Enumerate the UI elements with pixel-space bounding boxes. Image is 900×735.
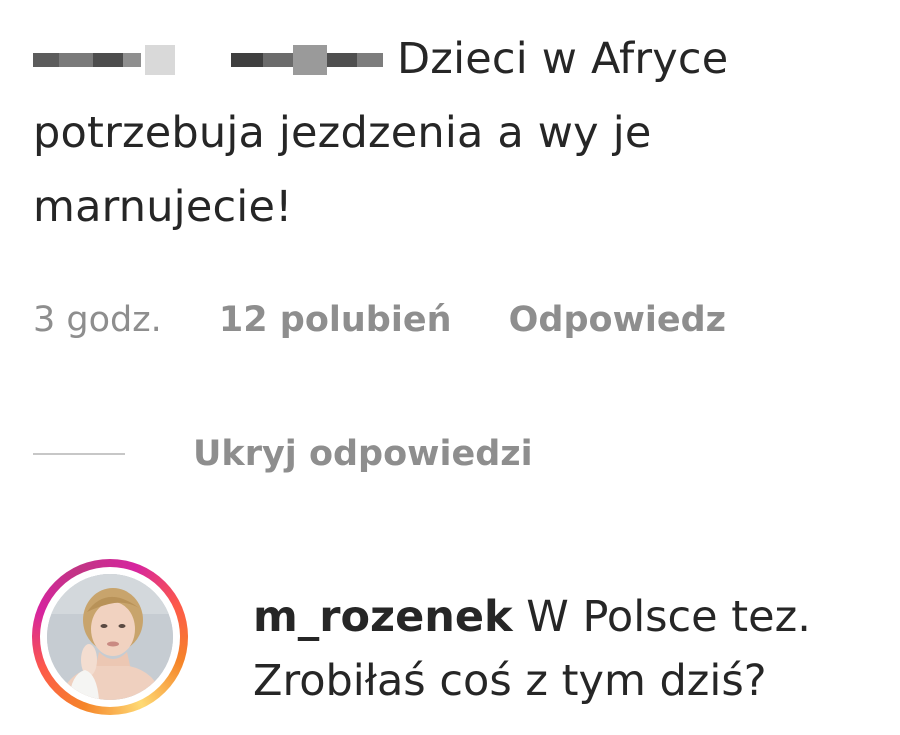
redacted-username-part bbox=[231, 45, 391, 75]
avatar-ring-gap bbox=[40, 567, 180, 707]
comment-text-rest: potrzebuja jezdzenia a wy je marnujecie! bbox=[33, 108, 652, 232]
comment-text: Dzieci w Afryce potrzebuja jezdzenia a w… bbox=[33, 22, 873, 244]
reply: m_rozenek W Polsce tez. Zrobiłaś coś z t… bbox=[253, 585, 883, 713]
reply-username[interactable]: m_rozenek bbox=[253, 592, 513, 642]
comment-meta: 3 godz. 12 polubień Odpowiedz bbox=[33, 296, 726, 344]
avatar-story-ring[interactable] bbox=[32, 559, 188, 715]
comment-text-line1: Dzieci w Afryce bbox=[397, 34, 729, 84]
reply-button[interactable]: Odpowiedz bbox=[509, 300, 726, 340]
comment-time[interactable]: 3 godz. bbox=[33, 300, 162, 340]
comment: Dzieci w Afryce potrzebuja jezdzenia a w… bbox=[33, 22, 873, 244]
comment-likes[interactable]: 12 polubień bbox=[219, 300, 452, 340]
thread-divider-line bbox=[33, 453, 125, 455]
redacted-username-part bbox=[33, 45, 183, 75]
profile-photo-icon bbox=[47, 574, 173, 700]
avatar[interactable] bbox=[47, 574, 173, 700]
hide-replies-button[interactable]: Ukryj odpowiedzi bbox=[193, 430, 533, 478]
